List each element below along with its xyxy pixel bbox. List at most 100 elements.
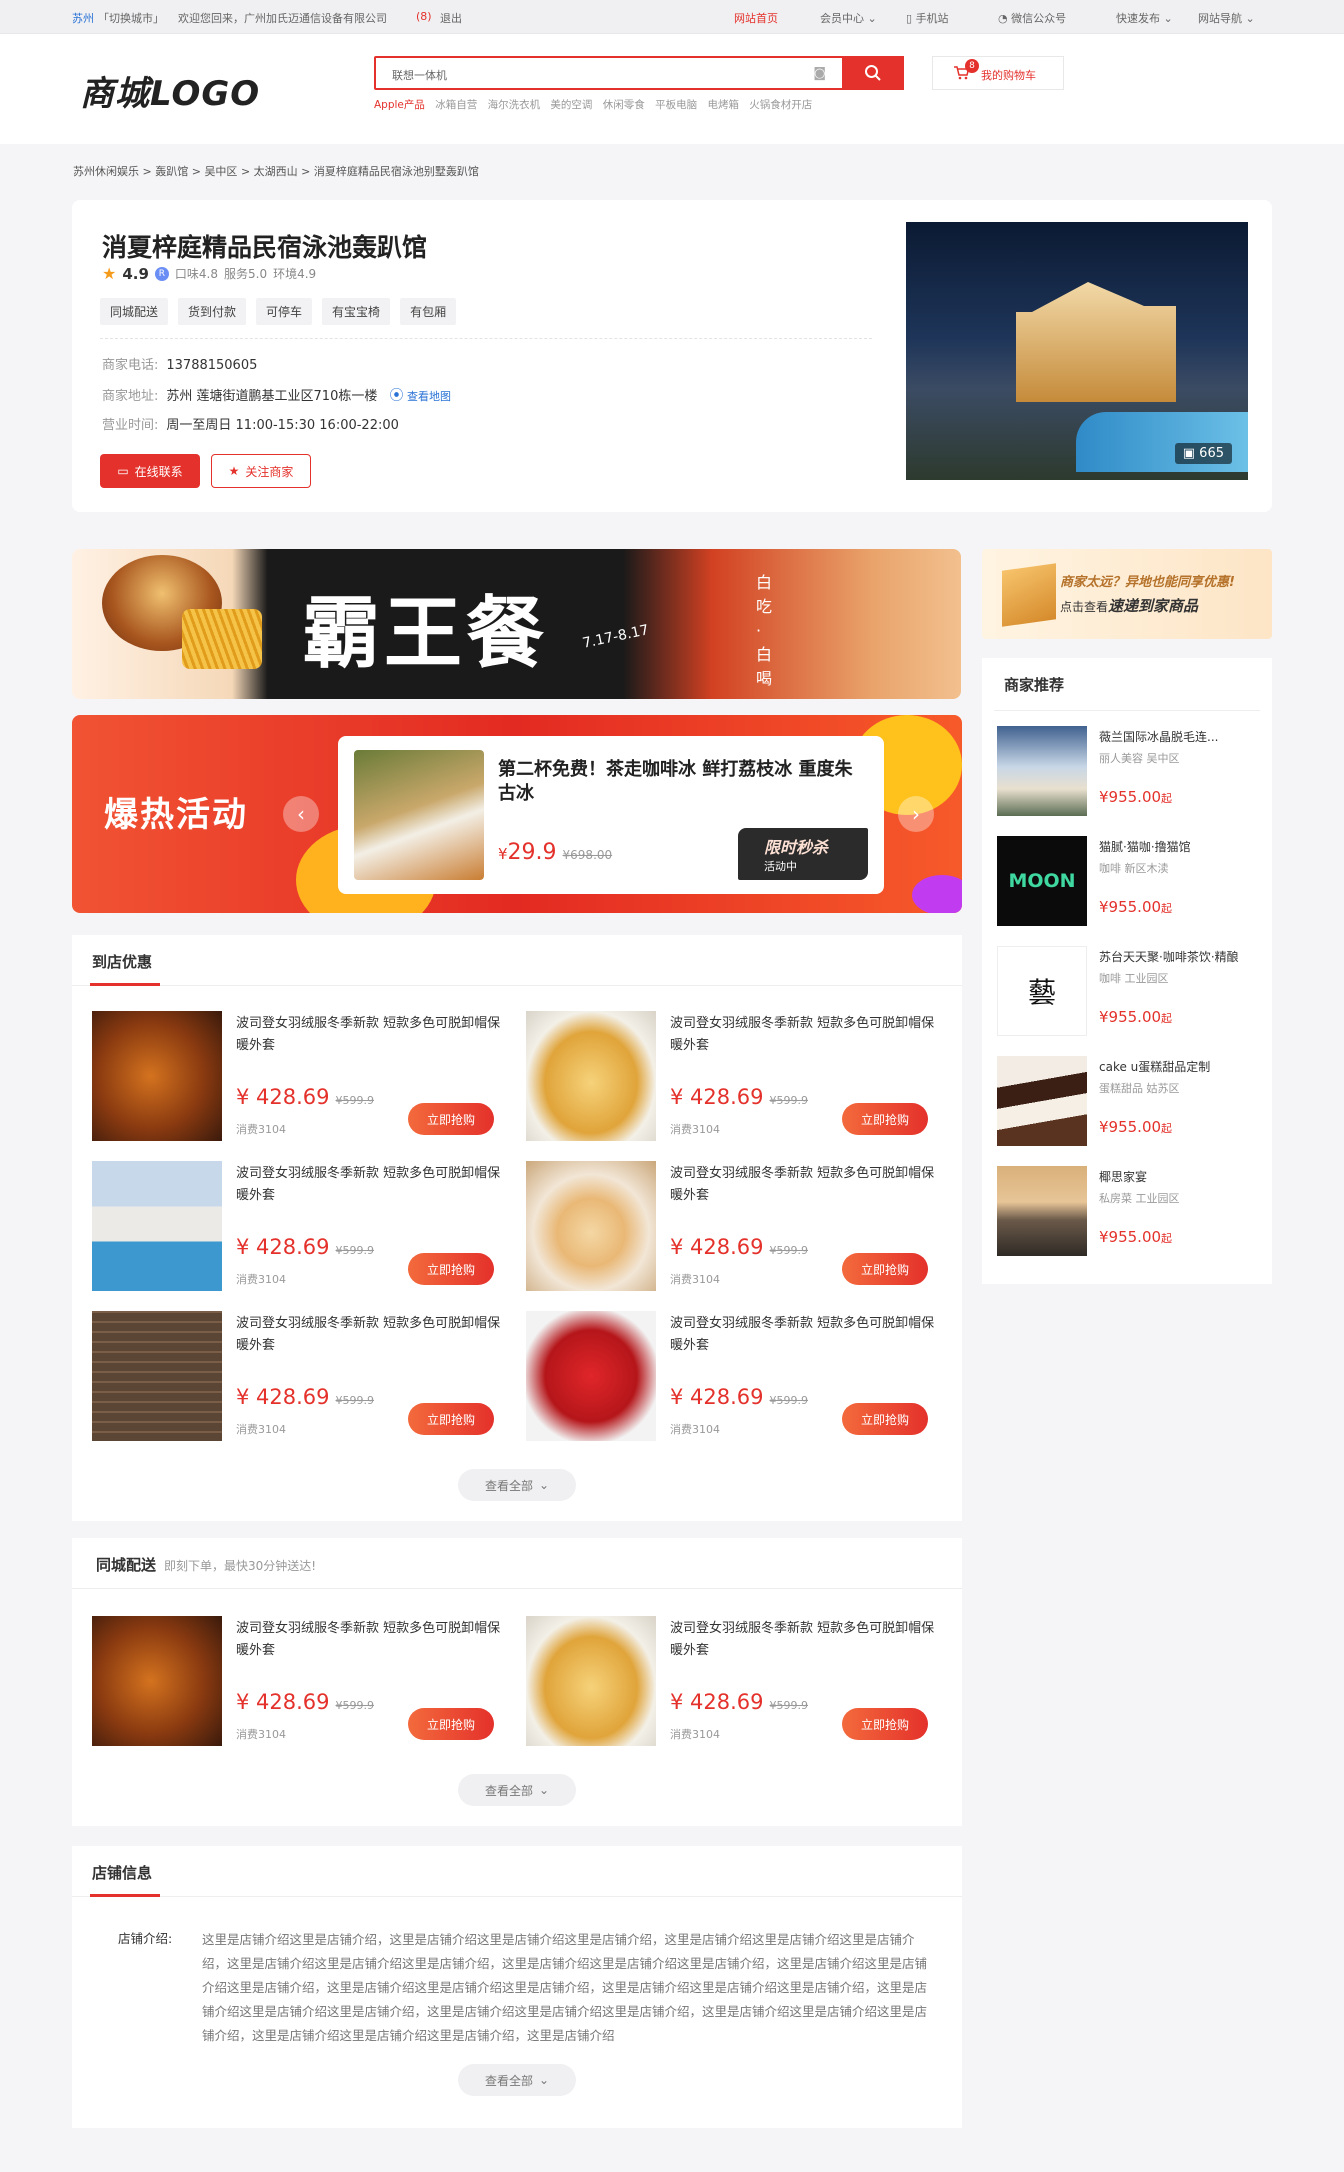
- recommend-image: [997, 1056, 1087, 1146]
- product-card[interactable]: 波司登女羽绒服冬季新款 短款多色可脱卸帽保暖外套 ¥ 428.69 ¥599.9 …: [92, 1616, 512, 1746]
- buy-now-button[interactable]: 立即抢购: [408, 1708, 494, 1740]
- breadcrumb-item[interactable]: 苏州休闲娱乐: [73, 165, 139, 178]
- intro-label: 店铺介绍:: [118, 1931, 173, 1946]
- hot-word[interactable]: 美的空调: [550, 99, 592, 111]
- recommend-item[interactable]: cake u蛋糕甜品定制 蛋糕甜品 姑苏区 ¥955.00起: [997, 1056, 1259, 1148]
- store-tag: 有包厢: [400, 298, 457, 325]
- active-tab-underline: [90, 1894, 160, 1897]
- product-card[interactable]: 波司登女羽绒服冬季新款 短款多色可脱卸帽保暖外套 ¥ 428.69 ¥599.9 …: [526, 1616, 946, 1746]
- breadcrumb: 苏州休闲娱乐 > 轰趴馆 > 吴中区 > 太湖西山 > 消夏梓庭精品民宿泳池别墅…: [73, 165, 479, 178]
- banner-date: 7.17-8.17: [581, 622, 651, 652]
- store-address: 苏州 莲塘街道鹏基工业区710栋一楼: [166, 389, 378, 404]
- breadcrumb-item[interactable]: 吴中区: [204, 165, 237, 178]
- view-all-button[interactable]: 查看全部 ⌄: [458, 1774, 576, 1806]
- recommend-item[interactable]: 椰思家宴 私房菜 工业园区 ¥955.00起: [997, 1166, 1259, 1258]
- wechat-link[interactable]: ◔ 微信公众号: [998, 10, 1066, 26]
- star-icon: ★: [228, 464, 240, 478]
- buy-now-button[interactable]: 立即抢购: [842, 1253, 928, 1285]
- hot-word[interactable]: 休闲零食: [603, 99, 645, 111]
- hot-word[interactable]: 平板电脑: [655, 99, 697, 111]
- search-box[interactable]: 联想一体机 ◙: [374, 56, 904, 90]
- product-card[interactable]: 波司登女羽绒服冬季新款 短款多色可脱卸帽保暖外套 ¥ 428.69 ¥599.9 …: [526, 1161, 946, 1291]
- recommend-image: 藝: [997, 946, 1087, 1036]
- hot-word[interactable]: 火锅食材开店: [749, 99, 812, 111]
- fries-image: [182, 609, 262, 669]
- recommend-image: MOON: [997, 836, 1087, 926]
- section-subtitle: 即刻下单，最快30分钟送达!: [164, 1559, 317, 1573]
- cart-count-badge: 8: [965, 59, 979, 73]
- site-nav-menu[interactable]: 网站导航 ⌄: [1198, 10, 1255, 26]
- view-all-button[interactable]: 查看全部 ⌄: [458, 1469, 576, 1501]
- store-hours: 周一至周日 11:00-15:30 16:00-22:00: [166, 418, 399, 433]
- cart-label: 我的购物车: [981, 69, 1036, 82]
- product-card[interactable]: 波司登女羽绒服冬季新款 短款多色可脱卸帽保暖外套 ¥ 428.69 ¥599.9 …: [526, 1311, 946, 1441]
- prev-arrow-icon[interactable]: ‹: [283, 796, 319, 832]
- product-image: [92, 1311, 222, 1441]
- flash-sale-badge[interactable]: 限时秒杀 活动中: [738, 828, 868, 880]
- buy-now-button[interactable]: 立即抢购: [842, 1403, 928, 1435]
- quick-publish-menu[interactable]: 快速发布 ⌄: [1116, 10, 1173, 26]
- site-home-link[interactable]: 网站首页: [734, 10, 778, 26]
- recommend-title: 商家推荐: [1004, 676, 1065, 694]
- product-image: [92, 1011, 222, 1141]
- search-input[interactable]: 联想一体机: [392, 67, 447, 83]
- store-tag: 货到付款: [178, 298, 247, 325]
- recommend-item[interactable]: MOON 猫腻·猫咖·撸猫馆 咖啡 新区木渎 ¥955.00起: [997, 836, 1259, 928]
- next-arrow-icon[interactable]: ›: [898, 796, 934, 832]
- hot-word[interactable]: 海尔洗衣机: [488, 99, 541, 111]
- search-button[interactable]: [842, 56, 904, 90]
- follow-store-button[interactable]: ★ 关注商家: [211, 454, 311, 488]
- current-city[interactable]: 苏州: [72, 10, 94, 26]
- product-card[interactable]: 波司登女羽绒服冬季新款 短款多色可脱卸帽保暖外套 ¥ 428.69 ¥599.9 …: [92, 1011, 512, 1141]
- search-icon: [865, 65, 881, 81]
- villa-image: [1016, 282, 1176, 402]
- deal-name: 第二杯免费！茶走咖啡冰 鲜打荔枝冰 重度朱古冰: [498, 759, 853, 804]
- merchant-recommend: 商家推荐 薇兰国际冰晶脱毛连... 丽人美容 吴中区 ¥955.00起 MOON…: [982, 658, 1272, 1284]
- logout-link[interactable]: 退出: [440, 10, 462, 26]
- store-photo[interactable]: ▣ 665: [906, 222, 1248, 480]
- buy-now-button[interactable]: 立即抢购: [842, 1103, 928, 1135]
- buy-now-button[interactable]: 立即抢购: [842, 1708, 928, 1740]
- store-rating: ★ 4.9 R 口味4.8 服务5.0 环境4.9: [102, 264, 316, 283]
- buy-now-button[interactable]: 立即抢购: [408, 1103, 494, 1135]
- product-card[interactable]: 波司登女羽绒服冬季新款 短款多色可脱卸帽保暖外套 ¥ 428.69 ¥599.9 …: [526, 1011, 946, 1141]
- buy-now-button[interactable]: 立即抢购: [408, 1253, 494, 1285]
- site-logo[interactable]: 商城LOGO: [80, 66, 260, 115]
- product-card[interactable]: 波司登女羽绒服冬季新款 短款多色可脱卸帽保暖外套 ¥ 428.69 ¥599.9 …: [92, 1161, 512, 1291]
- breadcrumb-item[interactable]: 太湖西山: [254, 165, 298, 178]
- delivery-promo-banner[interactable]: 商家太远？异地也能同享优惠! 点击查看速递到家商品: [982, 549, 1272, 639]
- mobile-site-link[interactable]: ▯ 手机站: [906, 10, 949, 26]
- recommend-item[interactable]: 薇兰国际冰晶脱毛连... 丽人美容 吴中区 ¥955.00起: [997, 726, 1259, 818]
- divider: [994, 710, 1260, 711]
- message-count[interactable]: (8): [416, 10, 432, 23]
- cart-button[interactable]: 8 我的购物车: [932, 56, 1064, 90]
- buy-now-button[interactable]: 立即抢购: [408, 1403, 494, 1435]
- switch-city-link[interactable]: 「切换城市」: [98, 10, 164, 26]
- hot-search-words: Apple产品 冰箱自营 海尔洗衣机 美的空调 休闲零食 平板电脑 电烤箱 火锅…: [374, 97, 819, 112]
- member-center-menu[interactable]: 会员中心 ⌄: [820, 10, 877, 26]
- breadcrumb-item[interactable]: 轰趴馆: [155, 165, 188, 178]
- chevron-down-icon: ⌄: [538, 2073, 550, 2087]
- shop-intro-text: 这里是店铺介绍这里是店铺介绍，这里是店铺介绍这里是店铺介绍这里是店铺介绍，这里是…: [202, 1932, 928, 2043]
- camera-icon[interactable]: ◙: [813, 66, 826, 81]
- deal-card[interactable]: 第二杯免费！茶走咖啡冰 鲜打荔枝冰 重度朱古冰 ¥29.9 ¥698.00 限时秒…: [338, 736, 884, 894]
- hot-word[interactable]: Apple产品: [374, 99, 425, 111]
- banner-side-text: 白吃·白喝: [756, 573, 773, 688]
- online-contact-button[interactable]: ▭ 在线联系: [100, 454, 200, 488]
- section-title: 到店优惠: [92, 953, 153, 971]
- recommend-item[interactable]: 藝 苏台天天聚·咖啡茶饮·精酿 咖啡 工业园区 ¥955.00起: [997, 946, 1259, 1038]
- hot-word[interactable]: 电烤箱: [707, 99, 739, 111]
- shop-info-section: 店铺信息 店铺介绍: 这里是店铺介绍这里是店铺介绍，这里是店铺介绍这里是店铺介绍…: [72, 1846, 962, 2128]
- product-card[interactable]: 波司登女羽绒服冬季新款 短款多色可脱卸帽保暖外套 ¥ 428.69 ¥599.9 …: [92, 1311, 512, 1441]
- view-map-link[interactable]: ⦿ 查看地图: [389, 388, 451, 404]
- star-icon: ★: [102, 264, 117, 283]
- view-all-button[interactable]: 查看全部 ⌄: [458, 2064, 576, 2096]
- local-delivery-section: 同城配送 即刻下单，最快30分钟送达! 波司登女羽绒服冬季新款 短款多色可脱卸帽保…: [72, 1538, 962, 1826]
- hot-word[interactable]: 冰箱自营: [435, 99, 477, 111]
- banner-title: 霸王餐: [302, 588, 549, 679]
- free-meal-banner[interactable]: 霸王餐 7.17-8.17 白吃·白喝: [72, 549, 961, 699]
- product-image: [526, 1161, 656, 1291]
- breadcrumb-current: 消夏梓庭精品民宿泳池别墅轰趴馆: [313, 165, 479, 178]
- store-phone-row: 商家电话: 13788150605: [102, 358, 258, 373]
- photo-count[interactable]: ▣ 665: [1174, 443, 1232, 464]
